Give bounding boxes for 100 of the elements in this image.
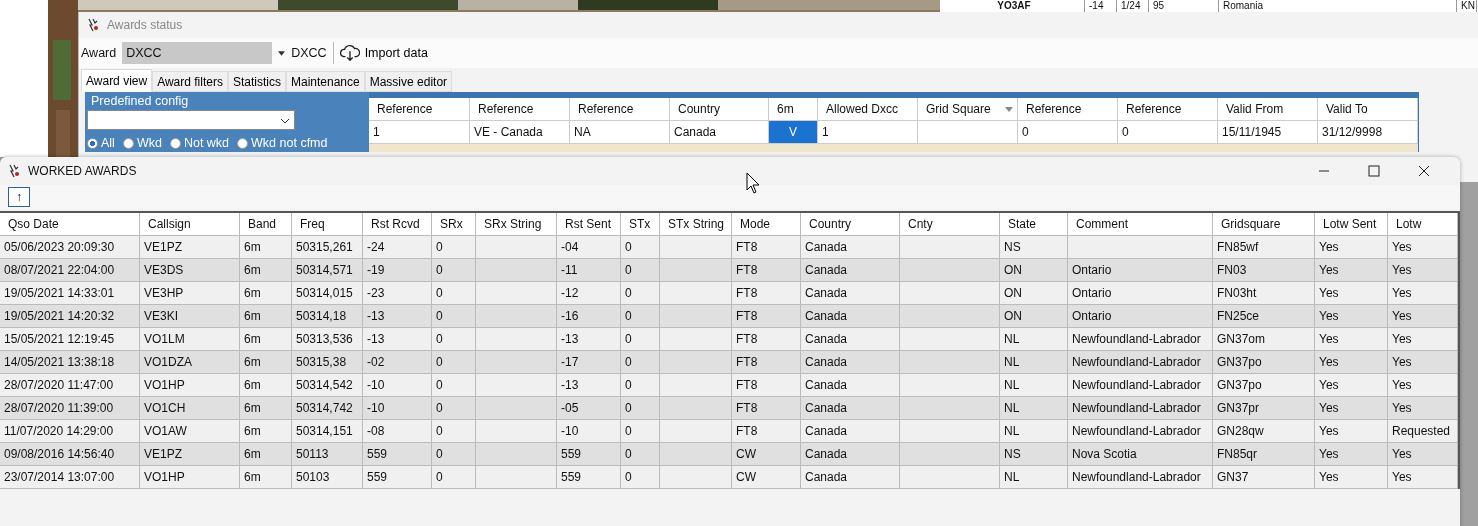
column-header[interactable]: Country <box>801 213 900 235</box>
tab[interactable]: Maintenance <box>285 71 365 92</box>
table-cell: FT8 <box>732 282 801 304</box>
table-cell: FN25ce <box>1213 305 1315 327</box>
radio-option[interactable]: Wkd <box>122 136 162 150</box>
chevron-icon <box>280 118 290 124</box>
table-cell: NL <box>1000 374 1068 396</box>
column-header[interactable]: SRx <box>432 213 476 235</box>
tab[interactable]: Award view <box>81 69 153 92</box>
table-cell: Yes <box>1315 443 1388 465</box>
config-dropdown[interactable] <box>87 110 295 130</box>
table-cell: 50103 <box>292 466 363 488</box>
table-cell: 0 <box>432 282 476 304</box>
table-cell: 50314,542 <box>292 374 363 396</box>
table-cell: NS <box>1000 443 1068 465</box>
column-header[interactable]: Valid To <box>1318 98 1418 120</box>
column-header[interactable]: 6m <box>769 98 818 120</box>
import-button[interactable]: Import data <box>339 44 428 62</box>
column-header[interactable]: Lotw <box>1388 213 1458 235</box>
column-header[interactable]: Country <box>670 98 769 120</box>
table-cell: 50314,742 <box>292 397 363 419</box>
column-header[interactable]: SRx String <box>476 213 557 235</box>
tab[interactable]: Award filters <box>152 71 228 92</box>
column-header[interactable]: Freq <box>292 213 363 235</box>
maximize-icon[interactable] <box>1368 165 1380 177</box>
close-icon[interactable] <box>1418 165 1430 177</box>
column-header[interactable]: STx <box>621 213 660 235</box>
radio-option[interactable]: Not wkd <box>169 136 230 150</box>
column-header[interactable]: Qso Date <box>0 213 140 235</box>
radio-option[interactable]: Wkd not cfmd <box>237 136 328 150</box>
column-header[interactable]: Grid Square <box>918 98 1018 120</box>
column-header[interactable]: Reference <box>1018 98 1118 120</box>
table-cell: GN37 <box>1213 466 1315 488</box>
table-cell: Yes <box>1315 351 1388 373</box>
column-header[interactable]: Valid From <box>1218 98 1318 120</box>
table-cell: 50314,151 <box>292 420 363 442</box>
radio-option[interactable]: All <box>87 136 115 150</box>
column-header[interactable]: Reference <box>470 98 570 120</box>
table-cell: NA <box>570 121 670 143</box>
column-header[interactable]: Rst Sent <box>557 213 621 235</box>
column-header[interactable]: State <box>1000 213 1068 235</box>
table-cell: -10 <box>557 420 621 442</box>
table-cell: NL <box>1000 420 1068 442</box>
table-cell: Yes <box>1315 466 1388 488</box>
column-header[interactable]: Callsign <box>140 213 240 235</box>
table-cell: FT8 <box>732 351 801 373</box>
table-cell: Newfoundland-Labrador <box>1068 328 1213 350</box>
table-cell: 1 <box>369 121 470 143</box>
table-cell: 0 <box>1018 121 1118 143</box>
table-cell: -11 <box>557 259 621 281</box>
column-header[interactable]: Reference <box>570 98 670 120</box>
tab[interactable]: Massive editor <box>364 71 453 92</box>
sort-icon <box>1005 106 1013 112</box>
table-cell: Newfoundland-Labrador <box>1068 420 1213 442</box>
table-cell: -13 <box>557 374 621 396</box>
table-cell: 05/06/2023 20:09:30 <box>0 236 140 258</box>
table-cell: VE3HP <box>140 282 240 304</box>
table-cell: Canada <box>801 236 900 258</box>
table-cell: FN85qr <box>1213 443 1315 465</box>
table-cell: 6m <box>240 466 292 488</box>
table-cell: Yes <box>1315 305 1388 327</box>
table-cell: Yes <box>1388 282 1458 304</box>
table-cell: Newfoundland-Labrador <box>1068 466 1213 488</box>
table-cell: VO1AW <box>140 420 240 442</box>
table-cell: VE3DS <box>140 259 240 281</box>
table-cell: Canada <box>801 466 900 488</box>
column-header[interactable]: Gridsquare <box>1213 213 1315 235</box>
window-title: Awards status <box>107 18 183 32</box>
table-cell: 0 <box>621 374 660 396</box>
table-cell: Nova Scotia <box>1068 443 1213 465</box>
award-name: DXCC <box>291 46 327 60</box>
column-header[interactable]: Cnty <box>900 213 1000 235</box>
up-button[interactable]: ↑ <box>8 187 30 207</box>
predefined-config-label: Predefined config <box>90 94 190 108</box>
award-dropdown[interactable]: DXCC <box>122 42 273 64</box>
table-cell: 6m <box>240 305 292 327</box>
column-header[interactable]: Reference <box>369 98 470 120</box>
window-title: WORKED AWARDS <box>28 164 137 178</box>
column-header[interactable]: Mode <box>732 213 801 235</box>
table-cell: Ontario <box>1068 282 1213 304</box>
table-cell: -23 <box>363 282 432 304</box>
table-cell: VO1DZA <box>140 351 240 373</box>
table-cell: 0 <box>621 305 660 327</box>
table-cell: 19/05/2021 14:20:32 <box>0 305 140 327</box>
column-header[interactable]: Band <box>240 213 292 235</box>
table-cell: 6m <box>240 420 292 442</box>
caret-icon[interactable] <box>278 50 286 56</box>
column-header[interactable]: Comment <box>1068 213 1213 235</box>
table-cell: 0 <box>432 466 476 488</box>
column-header[interactable]: Rst Rcvd <box>363 213 432 235</box>
table-cell: 50113 <box>292 443 363 465</box>
column-header[interactable]: STx String <box>660 213 732 235</box>
table-cell: FN03ht <box>1213 282 1315 304</box>
table-cell: 0 <box>432 236 476 258</box>
column-header[interactable]: Lotw Sent <box>1315 213 1388 235</box>
table-cell: VO1LM <box>140 328 240 350</box>
column-header[interactable]: Allowed Dxcc <box>818 98 918 120</box>
column-header[interactable]: Reference <box>1118 98 1218 120</box>
table-cell: ON <box>1000 305 1068 327</box>
tab[interactable]: Statistics <box>227 71 286 92</box>
